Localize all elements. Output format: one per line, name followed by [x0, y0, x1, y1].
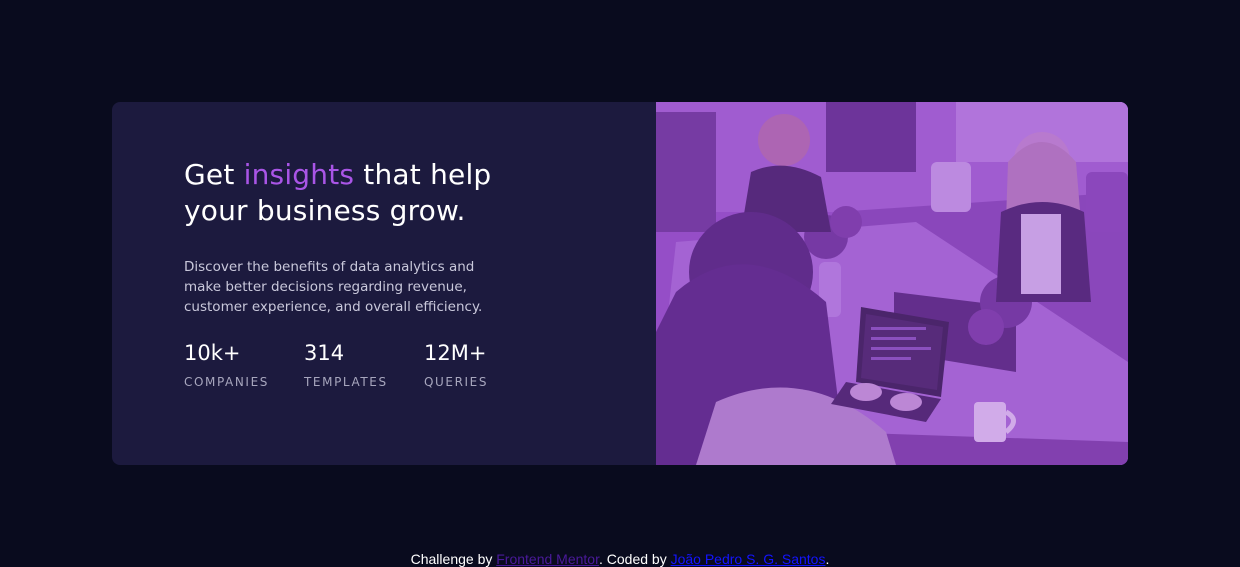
stat-templates: 314 TEMPLATES	[304, 341, 424, 389]
header-image	[656, 102, 1128, 465]
stat-label: COMPANIES	[184, 375, 269, 389]
description: Discover the benefits of data analytics …	[184, 259, 483, 315]
attribution-suffix: .	[825, 551, 830, 567]
headline-start: Get	[184, 158, 244, 191]
stat-value: 12M+	[424, 341, 487, 365]
stat-value: 10k+	[184, 341, 241, 365]
stat-companies: 10k+ COMPANIES	[184, 341, 304, 389]
attribution: Challenge by Frontend Mentor. Coded by J…	[0, 551, 1240, 567]
card-content: Get insights that help your business gro…	[184, 157, 544, 389]
author-link[interactable]: João Pedro S. G. Santos	[671, 551, 826, 567]
attribution-middle: . Coded by	[598, 551, 671, 567]
stat-label: QUERIES	[424, 375, 489, 389]
headline-highlight: insights	[243, 158, 355, 191]
stat-value: 314	[304, 341, 345, 365]
attribution-prefix: Challenge by	[410, 551, 497, 567]
frontend-mentor-link[interactable]: Frontend Mentor	[496, 551, 599, 567]
office-photo-illustration	[656, 102, 1128, 465]
stats-row: 10k+ COMPANIES 314 TEMPLATES 12M+ QUERIE…	[184, 341, 544, 389]
stat-label: TEMPLATES	[304, 375, 388, 389]
stat-queries: 12M+ QUERIES	[424, 341, 544, 389]
headline: Get insights that help your business gro…	[184, 157, 544, 229]
stats-preview-card: Get insights that help your business gro…	[112, 102, 1128, 465]
